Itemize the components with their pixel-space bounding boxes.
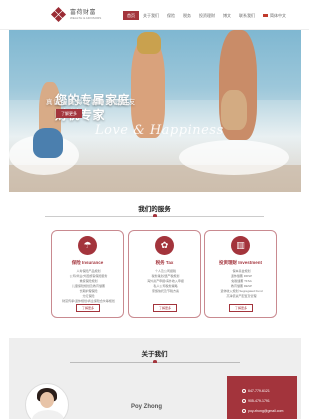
hero-person xyxy=(137,32,161,54)
nav-about[interactable]: 关于我们 xyxy=(139,11,163,20)
contact-email[interactable]: poy.zhong@gmail.com xyxy=(242,409,283,414)
phone-icon xyxy=(242,399,246,404)
hero-script-text: Love & Happiness xyxy=(95,123,224,138)
service-card-title: 保险 Insurance xyxy=(71,260,104,265)
hero-person xyxy=(33,128,63,158)
nav-blog[interactable]: 博文 xyxy=(219,11,235,20)
service-card-title: 税务 Tax xyxy=(155,260,174,265)
mail-icon xyxy=(242,409,246,414)
logo-mark-icon xyxy=(50,6,67,23)
service-card-investment: ▥ 投资理财 Investment 保本基金规划 退休储蓄 RRSP 免税储蓄 … xyxy=(204,230,277,318)
avatar xyxy=(25,383,69,419)
nav-contact[interactable]: 联系我们 xyxy=(235,11,259,20)
services-divider-mark xyxy=(153,214,157,217)
service-card-tax: ✿ 税务 Tax 个人及公司报税 税务策划/遗产税规划 海外资产申报/海外收入申… xyxy=(128,230,201,318)
main-nav: 首页 关于我们 保险 税务 投资理财 博文 联系我们 简体中文 xyxy=(123,11,290,20)
hero-banner: 您的专属家庭 财税专家 xyxy=(9,30,301,192)
about-divider-mark xyxy=(153,360,157,363)
service-card-insurance: ☂ 保险 Insurance 人寿保险产品规划 公司/商业/外国旅客保险服务 重… xyxy=(51,230,124,318)
investment-learn-more-button[interactable]: 了解更多 xyxy=(229,304,253,312)
flag-icon xyxy=(263,14,268,18)
services-title: 我们的服务 xyxy=(138,206,171,213)
contact-box: 647-779-6121 905-479-1791 poy.zhong@gmai… xyxy=(227,376,297,419)
hero-learn-more-button[interactable]: 了解更多 xyxy=(56,109,82,118)
site-logo[interactable]: 富荷财富 WEALTH & ADVISORS xyxy=(50,6,102,23)
nav-insurance[interactable]: 保险 xyxy=(163,11,179,20)
contact-phone-2[interactable]: 905-479-1791 xyxy=(242,399,270,404)
about-title: 关于我们 xyxy=(141,351,168,358)
service-card-list: 保本基金规划 退休储蓄 RRSP 免税储蓄 TFSA 教育储蓄 RESP 退休收… xyxy=(220,269,263,298)
contact-phone-1[interactable]: 647-779-6121 xyxy=(242,389,270,394)
language-label: 简体中文 xyxy=(270,13,286,18)
service-card-title: 投资理财 Investment xyxy=(218,260,262,265)
nav-home[interactable]: 首页 xyxy=(123,11,139,20)
language-switcher[interactable]: 简体中文 xyxy=(259,11,290,20)
site-header: 富荷财富 WEALTH & ADVISORS 首页 关于我们 保险 税务 投资理… xyxy=(0,0,309,30)
nav-tax[interactable]: 税务 xyxy=(179,11,195,20)
chart-icon: ▥ xyxy=(231,236,250,255)
umbrella-icon: ☂ xyxy=(78,236,97,255)
hero-splash xyxy=(179,140,289,175)
insurance-learn-more-button[interactable]: 了解更多 xyxy=(76,304,100,312)
phone-icon xyxy=(242,389,246,394)
logo-tagline: WEALTH & ADVISORS xyxy=(70,16,102,20)
service-card-list: 人寿保险产品规划 公司/商业/外国旅客保险服务 重疾保险规划 儿童保险规划及教育… xyxy=(62,269,115,303)
hero-subtitle: 真诚服务每位客户更是朋友 xyxy=(46,99,136,106)
advisor-name: Poy Zhong xyxy=(131,404,162,410)
tax-learn-more-button[interactable]: 了解更多 xyxy=(153,304,177,312)
service-card-list: 个人及公司报税 税务策划/遗产税规划 海外资产申报/海外收入申报 私人公司税务策… xyxy=(147,269,184,293)
hero-person xyxy=(221,90,247,130)
nav-investment[interactable]: 投资理财 xyxy=(195,11,219,20)
piggy-bank-icon: ✿ xyxy=(155,236,174,255)
